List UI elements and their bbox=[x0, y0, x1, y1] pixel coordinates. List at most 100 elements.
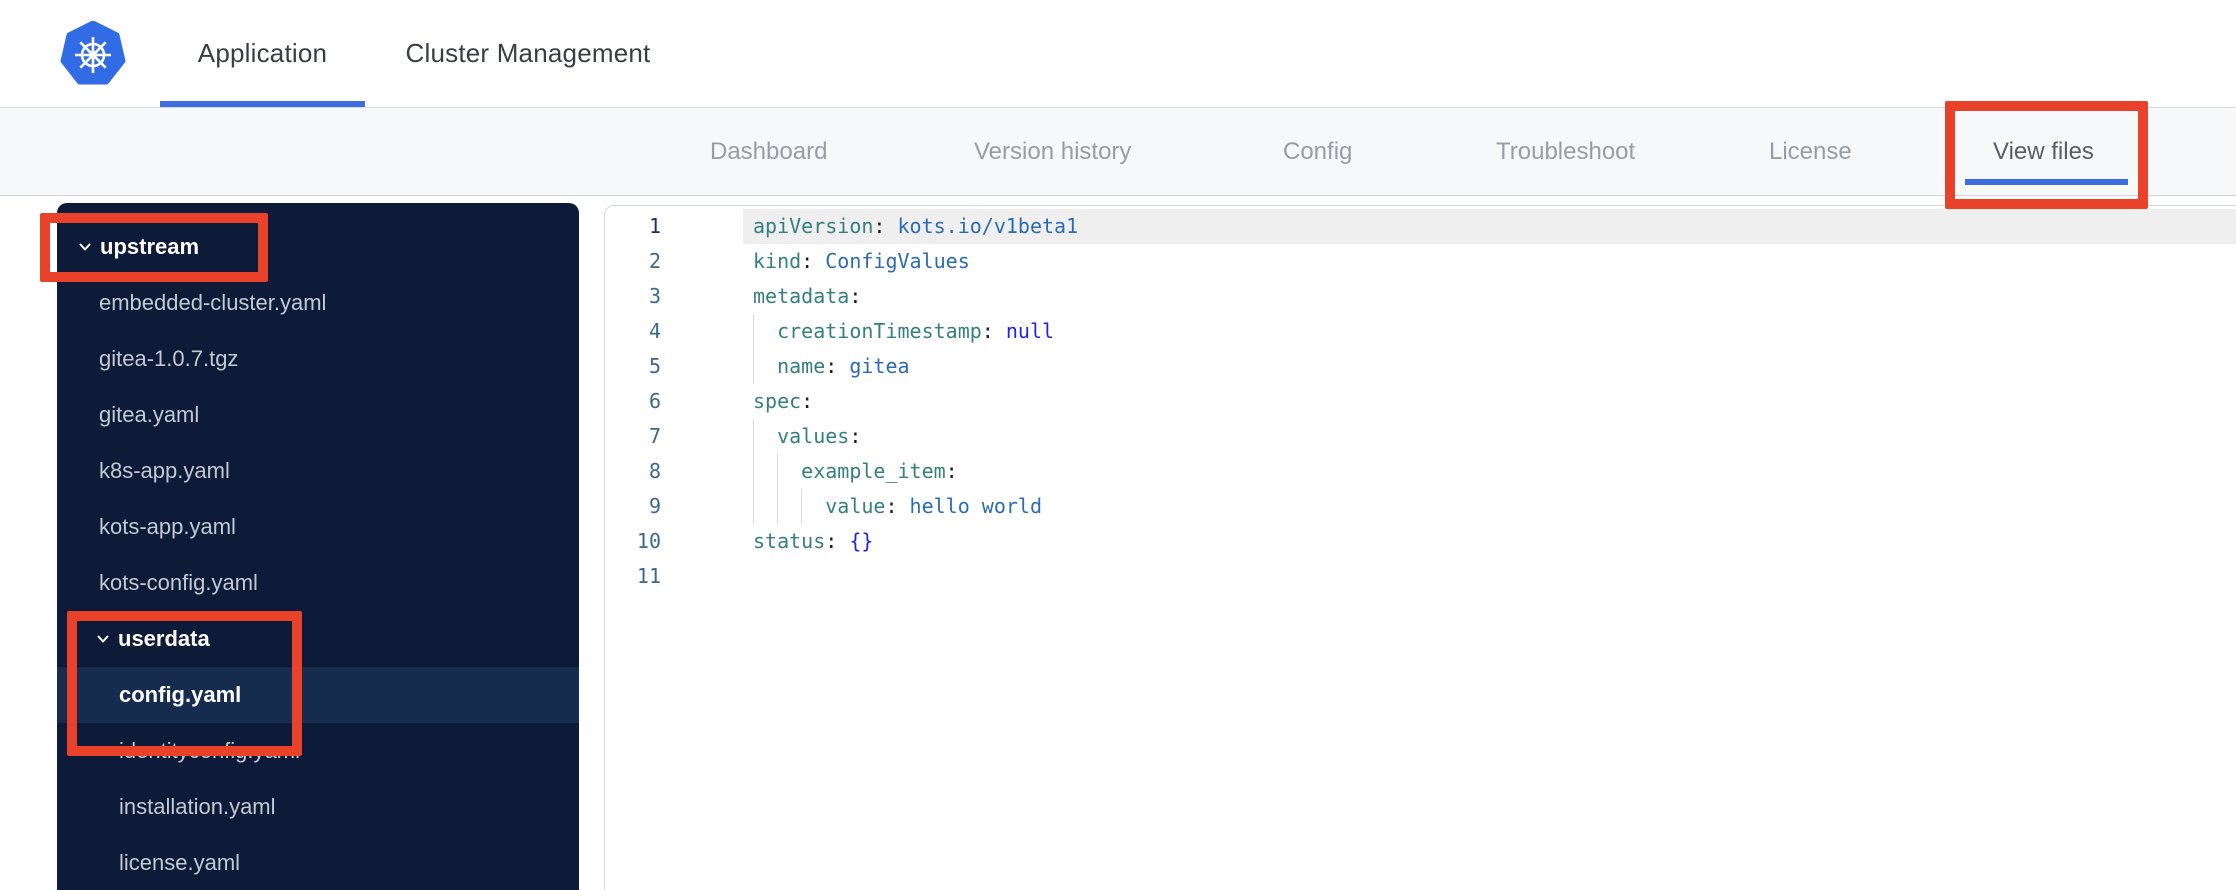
folder-label: upstream bbox=[100, 234, 200, 259]
token-key: example_item bbox=[801, 459, 946, 483]
token-key: values bbox=[777, 424, 850, 448]
token-punc: : bbox=[801, 249, 826, 273]
subnav-tab-version-history[interactable]: Version history bbox=[974, 108, 1131, 195]
tree-item-license-yaml[interactable]: license.yaml bbox=[57, 835, 579, 890]
top-bar: Application Cluster Management bbox=[0, 0, 2236, 108]
tree-item-kots-app-yaml[interactable]: kots-app.yaml bbox=[57, 499, 579, 555]
subnav-tab-label: View files bbox=[1993, 137, 2094, 165]
code-line-5: name: gitea bbox=[743, 349, 2236, 384]
line-number-10: 10 bbox=[636, 529, 661, 553]
token-key: metadata bbox=[753, 284, 850, 308]
token-punc: : bbox=[849, 424, 862, 448]
token-key: creationTimestamp bbox=[777, 319, 982, 343]
token-str: hello world bbox=[909, 494, 1042, 518]
indent-guide bbox=[801, 489, 825, 524]
tree-item-gitea-1-0-7-tgz[interactable]: gitea-1.0.7.tgz bbox=[57, 331, 579, 387]
indent-guide bbox=[753, 349, 777, 384]
indent-guide bbox=[753, 419, 777, 454]
tree-item-k8s-app-yaml[interactable]: k8s-app.yaml bbox=[57, 443, 579, 499]
tree-item-kots-config-yaml[interactable]: kots-config.yaml bbox=[57, 555, 579, 611]
file-label: embedded-cluster.yaml bbox=[99, 290, 327, 315]
code-line-2: kind: ConfigValues bbox=[743, 244, 2236, 279]
line-number-11: 11 bbox=[636, 564, 661, 588]
token-key: spec bbox=[753, 389, 802, 413]
file-label: k8s-app.yaml bbox=[99, 458, 230, 483]
subnav-tab-label: Version history bbox=[974, 137, 1132, 165]
file-label: installation.yaml bbox=[119, 794, 276, 819]
token-punc: : bbox=[981, 319, 1006, 343]
code-line-6: spec: bbox=[743, 384, 2236, 419]
token-punc: : bbox=[849, 284, 862, 308]
chevron-down-icon bbox=[97, 635, 109, 643]
tree-item-identityconfig-yaml[interactable]: identityconfig.yaml bbox=[57, 723, 579, 779]
indent-guide bbox=[777, 489, 801, 524]
token-key: name bbox=[777, 354, 826, 378]
line-number-5: 5 bbox=[648, 354, 661, 378]
token-key: apiVersion bbox=[753, 214, 874, 238]
token-str: kots.io/v1beta1 bbox=[897, 214, 1079, 238]
indent-guide bbox=[753, 314, 777, 349]
line-number-7: 7 bbox=[648, 424, 661, 448]
token-punc: : bbox=[873, 214, 898, 238]
code-line-9: value: hello world bbox=[743, 489, 2236, 524]
token-punc: : bbox=[825, 529, 850, 553]
chevron-down-icon bbox=[79, 243, 91, 251]
file-tree-sidebar: upstream embedded-cluster.yaml gitea-1.0.7… bbox=[57, 203, 579, 890]
file-label: identityconfig.yaml bbox=[119, 738, 300, 763]
folder-label: userdata bbox=[118, 626, 210, 651]
file-label: config.yaml bbox=[119, 682, 242, 707]
editor-code-area[interactable]: apiVersion: kots.io/v1beta1 kind: ConfigV… bbox=[743, 206, 2236, 890]
indent-guide bbox=[777, 454, 801, 489]
tree-item-embedded-cluster-yaml[interactable]: embedded-cluster.yaml bbox=[57, 275, 579, 331]
tree-item-upstream[interactable]: upstream bbox=[57, 219, 579, 275]
indent-guide bbox=[753, 454, 777, 489]
token-str: gitea bbox=[849, 354, 910, 378]
line-number-2: 2 bbox=[648, 249, 661, 273]
subnav-tab-troubleshoot[interactable]: Troubleshoot bbox=[1496, 108, 1635, 195]
code-line-1: apiVersion: kots.io/v1beta1 bbox=[743, 209, 2236, 244]
kubernetes-logo-icon bbox=[60, 20, 126, 87]
token-punc: : bbox=[885, 494, 910, 518]
token-key: value bbox=[825, 494, 886, 518]
line-number-3: 3 bbox=[648, 284, 661, 308]
code-line-3: metadata: bbox=[743, 279, 2236, 314]
file-label: license.yaml bbox=[119, 850, 241, 875]
subnav-tab-config[interactable]: Config bbox=[1283, 108, 1352, 195]
line-number-1: 1 bbox=[648, 214, 661, 238]
token-const: null bbox=[1005, 319, 1055, 343]
tree-item-userdata[interactable]: userdata bbox=[57, 611, 579, 667]
tab-label: Application bbox=[197, 38, 328, 68]
tree-item-installation-yaml[interactable]: installation.yaml bbox=[57, 779, 579, 835]
tab-application[interactable]: Application bbox=[160, 0, 365, 107]
subnav-tab-dashboard[interactable]: Dashboard bbox=[710, 108, 827, 195]
line-number-9: 9 bbox=[648, 494, 661, 518]
subnav-tab-label: Config bbox=[1283, 137, 1353, 165]
tab-cluster-management[interactable]: Cluster Management bbox=[393, 0, 663, 107]
token-punc: : bbox=[801, 389, 814, 413]
token-punc: : bbox=[825, 354, 850, 378]
tab-label: Cluster Management bbox=[405, 38, 651, 68]
subnav-tab-label: Dashboard bbox=[710, 137, 828, 165]
token-key: status bbox=[753, 529, 826, 553]
indent-guide bbox=[753, 489, 777, 524]
active-tab-underline bbox=[1965, 179, 2128, 185]
file-label: gitea.yaml bbox=[99, 402, 200, 427]
token-const: {} bbox=[849, 529, 874, 553]
token-punc: : bbox=[945, 459, 958, 483]
token-key: kind bbox=[753, 249, 802, 273]
file-label: kots-app.yaml bbox=[99, 514, 236, 539]
code-line-8: example_item: bbox=[743, 454, 2236, 489]
tree-item-gitea-yaml[interactable]: gitea.yaml bbox=[57, 387, 579, 443]
tree-item-config-yaml[interactable]: config.yaml bbox=[57, 667, 579, 723]
editor-gutter: 1 2 3 4 5 6 7 8 9 10 11 bbox=[605, 206, 743, 890]
token-str: ConfigValues bbox=[825, 249, 970, 273]
file-label: gitea-1.0.7.tgz bbox=[99, 346, 239, 371]
subnav-tab-label: License bbox=[1769, 137, 1852, 165]
file-label: kots-config.yaml bbox=[99, 570, 258, 595]
subnav-tab-license[interactable]: License bbox=[1769, 108, 1852, 195]
line-number-6: 6 bbox=[648, 389, 661, 413]
line-number-4: 4 bbox=[648, 319, 661, 343]
subnav-tab-label: Troubleshoot bbox=[1496, 137, 1636, 165]
file-content-editor: 1 2 3 4 5 6 7 8 9 10 11 apiVersion: kots.io/v1beta… bbox=[604, 205, 2236, 890]
